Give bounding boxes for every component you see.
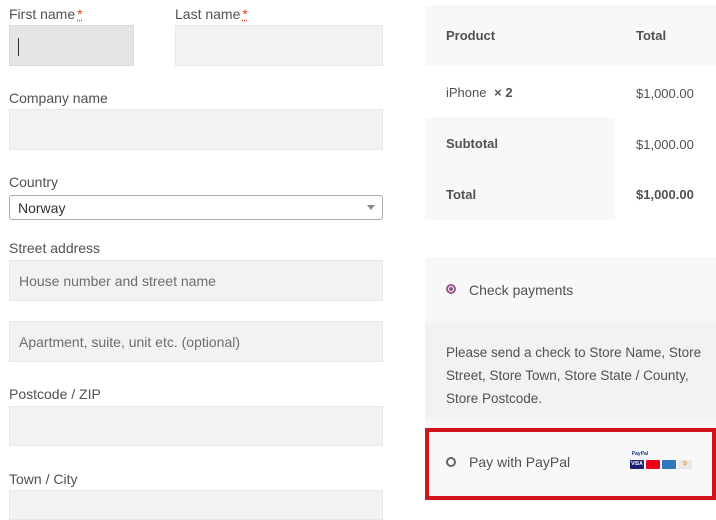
last-name-label: Last name * [175, 6, 248, 22]
town-input[interactable] [9, 490, 383, 520]
required-mark: * [77, 6, 83, 22]
total-label: Total [446, 187, 477, 202]
subtotal-label: Subtotal [446, 136, 498, 151]
paypal-highlight-box [425, 428, 716, 500]
last-name-label-text: Last name [175, 6, 241, 22]
country-select-value: Norway [18, 200, 66, 216]
last-name-input[interactable] [175, 25, 383, 66]
town-label: Town / City [9, 471, 78, 487]
required-mark: * [242, 6, 248, 22]
order-item-row: iPhone × 2 [446, 85, 513, 100]
order-item-total: $1,000.00 [636, 86, 694, 101]
subtotal-value: $1,000.00 [636, 137, 694, 152]
postcode-label: Postcode / ZIP [9, 386, 101, 402]
order-table-footer-bg [425, 117, 615, 220]
chevron-down-icon [367, 205, 375, 210]
first-name-label-text: First name [9, 6, 76, 22]
check-payments-description-box: Please send a check to Store Name, Store… [425, 321, 716, 419]
check-payments-radio[interactable] [446, 284, 456, 294]
country-select[interactable]: Norway [9, 195, 383, 220]
total-value: $1,000.00 [636, 187, 694, 202]
order-item-qty: × 2 [494, 85, 513, 100]
street-label: Street address [9, 240, 101, 256]
company-label: Company name [9, 90, 108, 106]
company-input[interactable] [9, 109, 383, 150]
first-name-input[interactable] [9, 25, 134, 66]
check-payments-description: Please send a check to Store Name, Store… [446, 345, 702, 406]
payment-option-check[interactable]: Check payments [425, 257, 716, 321]
order-item-name: iPhone [446, 85, 487, 100]
header-product: Product [446, 28, 496, 43]
street-address-2-placeholder: Apartment, suite, unit etc. (optional) [19, 334, 240, 350]
street-address-2-input[interactable]: Apartment, suite, unit etc. (optional) [9, 321, 383, 362]
header-total: Total [636, 28, 667, 43]
first-name-label: First name * [9, 6, 83, 22]
text-cursor [18, 38, 19, 56]
street-address-input[interactable]: House number and street name [9, 260, 383, 301]
street-address-placeholder: House number and street name [19, 273, 216, 289]
country-label: Country [9, 174, 59, 190]
check-payments-label: Check payments [469, 282, 574, 298]
postcode-input[interactable] [9, 406, 383, 446]
